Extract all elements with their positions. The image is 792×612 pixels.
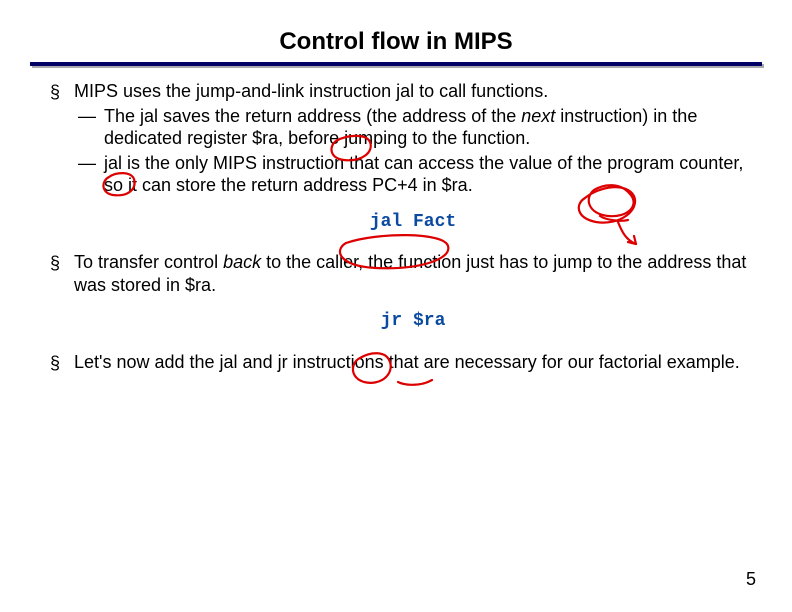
text-jal: jal xyxy=(396,81,414,101)
code-jal-fact: jal Fact xyxy=(74,211,752,234)
slide: Control flow in MIPS MIPS uses the jump-… xyxy=(0,0,792,612)
title-rule xyxy=(30,62,762,66)
bullet-2: To transfer control back to the caller, … xyxy=(40,251,752,333)
bullet-1: MIPS uses the jump-and-link instruction … xyxy=(40,80,752,233)
page-title: Control flow in MIPS xyxy=(0,0,792,62)
text: before jumping to the function. xyxy=(283,128,530,148)
slide-body: MIPS uses the jump-and-link instruction … xyxy=(40,80,752,373)
page-number: 5 xyxy=(746,569,756,590)
bullet-1a: The jal saves the return address (the ad… xyxy=(74,105,752,150)
text: jal is the only MIPS instruction that ca… xyxy=(104,153,743,196)
text: The jal saves the return address (the ad… xyxy=(104,106,521,126)
text-next: next xyxy=(521,106,555,126)
text-back: back xyxy=(223,252,261,272)
text-ra: $ra, xyxy=(252,128,283,148)
text: to call functions. xyxy=(414,81,548,101)
text: MIPS uses the jump-and-link instruction xyxy=(74,81,396,101)
text: Let's now add the jal and jr instruction… xyxy=(74,352,740,372)
bullet-3: Let's now add the jal and jr instruction… xyxy=(40,351,752,374)
bullet-1b: jal is the only MIPS instruction that ca… xyxy=(74,152,752,197)
code-jr-ra: jr $ra xyxy=(74,310,752,333)
text: To transfer control xyxy=(74,252,223,272)
